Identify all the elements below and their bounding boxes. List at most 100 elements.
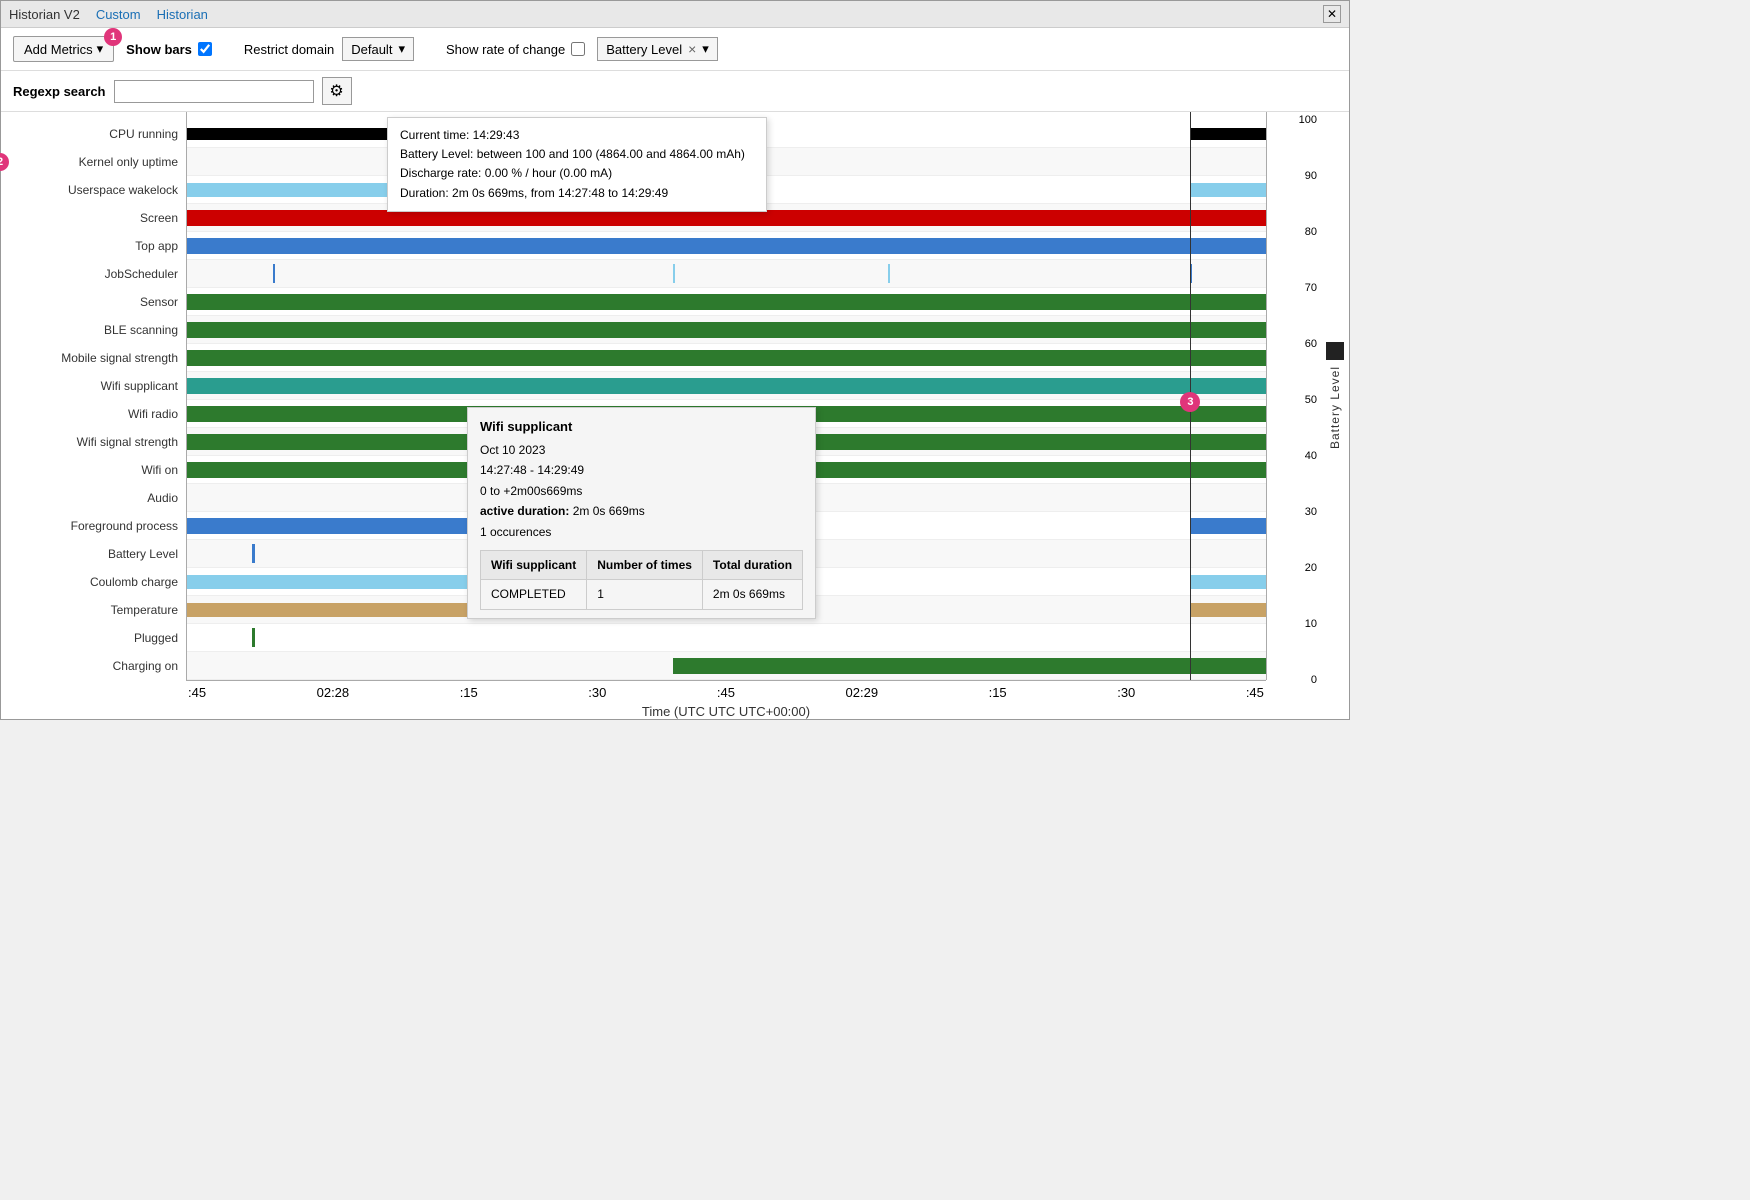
- restrict-domain-group: Restrict domain Default ▾: [244, 37, 414, 61]
- bar-job-3: [888, 264, 890, 283]
- show-rate-checkbox[interactable]: [571, 42, 585, 56]
- row-jobscheduler: [187, 260, 1266, 288]
- show-bars-checkbox[interactable]: [198, 42, 212, 56]
- right-label-60: 60: [1305, 338, 1317, 350]
- tooltip-wifi-title: Wifi supplicant: [480, 416, 803, 438]
- bar-userspace-2: [1190, 183, 1266, 197]
- add-metrics-button[interactable]: Add Metrics ▾: [13, 36, 114, 62]
- tab-custom[interactable]: Custom: [96, 7, 141, 22]
- right-axis: 100 90 80 70 60 50 40 30 20 10 0: [1266, 112, 1321, 680]
- table-header-2: Number of times: [587, 551, 703, 580]
- row-mobile: [187, 344, 1266, 372]
- tooltip-line1: Current time: 14:29:43: [400, 126, 754, 145]
- x-tick-4: :30: [588, 685, 606, 700]
- right-label-80: 80: [1305, 226, 1317, 238]
- y-label-wifi-on: Wifi on: [1, 456, 186, 484]
- chart-body: 3 Current time: 14:29:43 Battery Level: …: [186, 112, 1266, 680]
- bar-cpu-2: [1190, 128, 1266, 140]
- row-wifi-supplicant: [187, 372, 1266, 400]
- tooltip-wifi-offset: 0 to +2m00s669ms: [480, 481, 803, 501]
- y-label-battery-level: Battery Level: [1, 540, 186, 568]
- tooltip-line3: Discharge rate: 0.00 % / hour (0.00 mA): [400, 164, 754, 183]
- tooltip-wifi-date: Oct 10 2023: [480, 440, 803, 460]
- badge-2: 2: [0, 153, 9, 171]
- row-sensor: [187, 288, 1266, 316]
- show-rate-group: Show rate of change: [446, 42, 585, 57]
- domain-dropdown-icon: ▾: [398, 41, 405, 57]
- y-label-audio: Audio: [1, 484, 186, 512]
- x-axis: :45 02:28 :15 :30 :45 02:29 :15 :30 :45 …: [186, 680, 1266, 719]
- right-label-100: 100: [1299, 114, 1317, 126]
- chart-container: CPU running 2 Kernel only uptime Userspa…: [1, 112, 1349, 680]
- battery-level-dropdown-icon[interactable]: ▾: [702, 41, 709, 57]
- bar-charging: [673, 658, 1266, 674]
- y-label-cpu-running: CPU running: [1, 120, 186, 148]
- bar-plugged-thin: [252, 628, 255, 647]
- y-label-sensor: Sensor: [1, 288, 186, 316]
- bar-coulomb-2: [1190, 575, 1266, 589]
- row-top-app: [187, 232, 1266, 260]
- battery-level-close[interactable]: ×: [688, 41, 696, 57]
- show-bars-label: Show bars: [126, 42, 192, 57]
- bar-battery-thin: [252, 544, 255, 563]
- title-bar: Historian V2 Custom Historian ✕: [1, 1, 1349, 28]
- right-label-0: 0: [1311, 674, 1317, 686]
- badge-3-container: 3: [1180, 392, 1200, 412]
- battery-legend-text: Battery Level: [1328, 366, 1342, 449]
- right-label-20: 20: [1305, 562, 1317, 574]
- right-label-30: 30: [1305, 506, 1317, 518]
- battery-legend: Battery Level: [1321, 112, 1349, 680]
- x-tick-5: :45: [717, 685, 735, 700]
- y-label-plugged: Plugged: [1, 624, 186, 652]
- table-header-3: Total duration: [702, 551, 802, 580]
- y-label-wifi-radio: Wifi radio: [1, 400, 186, 428]
- tooltip-line2: Battery Level: between 100 and 100 (4864…: [400, 145, 754, 164]
- bar-wifi-supplicant: [187, 378, 1266, 394]
- show-rate-label: Show rate of change: [446, 42, 565, 57]
- bar-job-2: [673, 264, 675, 283]
- tooltip-wifi-occurrences: 1 occurences: [480, 522, 803, 542]
- battery-level-label: Battery Level: [606, 42, 682, 57]
- tooltip-wifi-time: 14:27:48 - 14:29:49: [480, 460, 803, 480]
- y-label-kernel-uptime: 2 Kernel only uptime: [1, 148, 186, 176]
- y-label-mobile: Mobile signal strength: [1, 344, 186, 372]
- table-header-1: Wifi supplicant: [481, 551, 587, 580]
- bar-screen: [187, 210, 1266, 226]
- window-title: Historian V2: [9, 7, 80, 22]
- x-tick-9: :45: [1246, 685, 1264, 700]
- y-label-charging: Charging on: [1, 652, 186, 680]
- restrict-domain-label: Restrict domain: [244, 42, 334, 57]
- row-ble: [187, 316, 1266, 344]
- x-tick-8: :30: [1117, 685, 1135, 700]
- add-metrics-badge: 1: [104, 28, 122, 46]
- show-bars-group: Show bars: [126, 42, 212, 57]
- y-label-screen: Screen: [1, 204, 186, 232]
- settings-button[interactable]: ⚙: [322, 77, 352, 105]
- domain-select[interactable]: Default ▾: [342, 37, 414, 61]
- right-label-90: 90: [1305, 170, 1317, 182]
- y-label-userspace: Userspace wakelock: [1, 176, 186, 204]
- table-cell-2: 1: [587, 580, 703, 609]
- toolbar: 1 Add Metrics ▾ Show bars Restrict domai…: [1, 28, 1349, 71]
- row-charging: [187, 652, 1266, 680]
- tooltip-active-label: active duration:: [480, 504, 569, 518]
- tab-historian[interactable]: Historian: [157, 7, 208, 22]
- y-label-ble: BLE scanning: [1, 316, 186, 344]
- x-ticks: :45 02:28 :15 :30 :45 02:29 :15 :30 :45: [186, 685, 1266, 700]
- x-tick-7: :15: [989, 685, 1007, 700]
- tooltip-table: Wifi supplicant Number of times Total du…: [480, 550, 803, 610]
- bar-temperature-2: [1190, 603, 1266, 617]
- badge-3: 3: [1180, 392, 1200, 412]
- x-tick-1: :45: [188, 685, 206, 700]
- x-axis-title: Time (UTC UTC UTC+00:00): [186, 704, 1266, 719]
- close-button[interactable]: ✕: [1323, 5, 1341, 23]
- regexp-input[interactable]: [114, 80, 314, 103]
- right-label-70: 70: [1305, 282, 1317, 294]
- table-cell-1: COMPLETED: [481, 580, 587, 609]
- x-tick-2: 02:28: [317, 685, 350, 700]
- table-cell-3: 2m 0s 669ms: [702, 580, 802, 609]
- tooltip-battery-info: Current time: 14:29:43 Battery Level: be…: [387, 117, 767, 212]
- tooltip-wifi-supplicant: Wifi supplicant Oct 10 2023 14:27:48 - 1…: [467, 407, 816, 619]
- tooltip-wifi-active-dur: active duration: 2m 0s 669ms: [480, 501, 803, 521]
- tooltip-active-value: 2m 0s 669ms: [573, 504, 645, 518]
